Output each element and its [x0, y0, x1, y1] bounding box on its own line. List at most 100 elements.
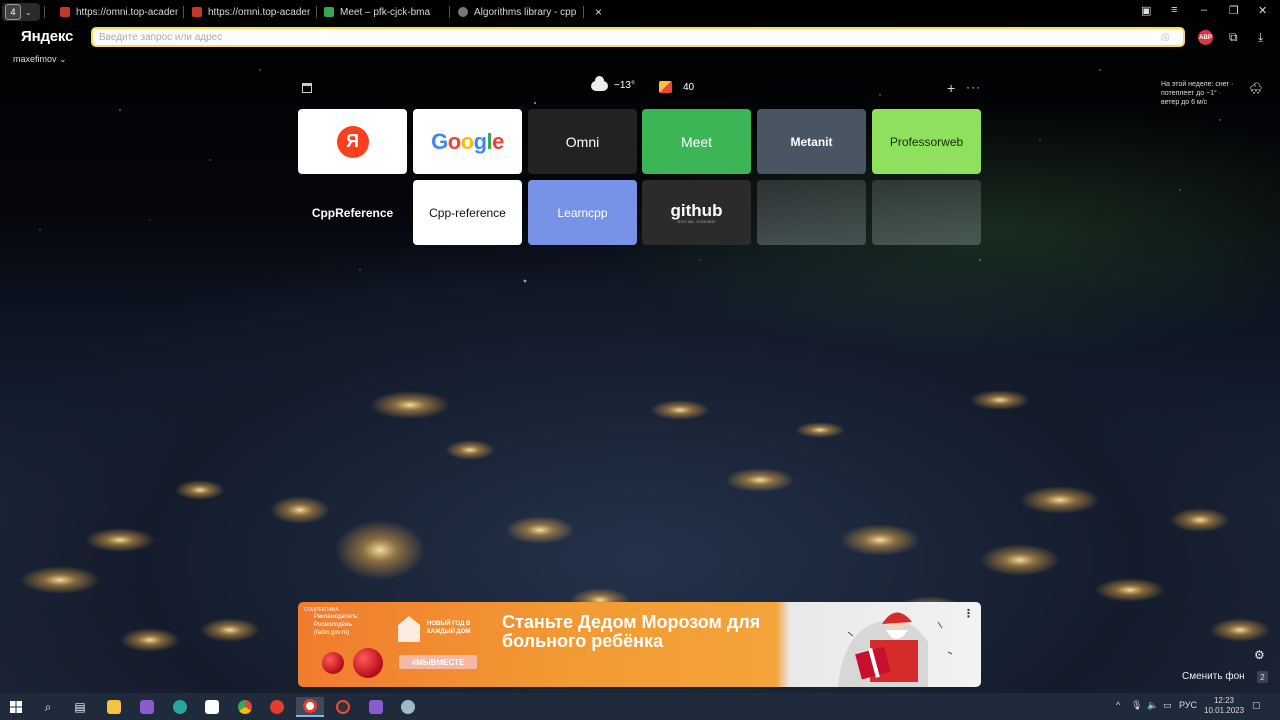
mail-icon [659, 81, 672, 93]
clock[interactable]: 12:23 10.01.2023 [1204, 696, 1244, 716]
tab-count-button[interactable]: 4 ⌄ [2, 3, 40, 21]
tile-cppreference[interactable]: CppReference [298, 180, 407, 245]
camera-icon[interactable]: ◎ [1161, 32, 1175, 43]
tab-meet[interactable]: Meet – pfk-cjck-bma [324, 3, 434, 21]
tile-label: CppReference [311, 205, 394, 220]
yandex-logo[interactable]: Яндекс [21, 28, 73, 45]
tab-separator [44, 6, 45, 18]
tile-label: Professorweb [889, 134, 964, 149]
tile-label: Cpp-reference [429, 205, 506, 220]
house-icon [398, 616, 420, 642]
ornament-icon [353, 648, 383, 678]
mail-count: 40 [683, 81, 695, 93]
account-switcher[interactable]: maxefimov ⌄ [13, 54, 67, 65]
ad-banner[interactable]: СОЦРЕКЛАМА Рекламодатель: Росмолодёжь (f… [298, 602, 981, 687]
tile-label: Meet [680, 133, 713, 150]
close-window-button[interactable]: ✕ [1258, 4, 1267, 17]
tile-empty[interactable] [757, 180, 866, 245]
weather-widget[interactable]: −13° [591, 75, 635, 91]
tile-cpp-reference[interactable]: Cpp-reference [413, 180, 522, 245]
search-input[interactable] [99, 31, 1161, 43]
tab-separator [183, 6, 184, 18]
clock-date: 10.01.2023 [1204, 706, 1245, 715]
calendar-icon[interactable] [302, 83, 312, 93]
settings-gear-icon[interactable]: ⚙ [1254, 648, 1265, 662]
tab-omni-2[interactable]: https://omni.top-academy [192, 3, 310, 21]
tile-learncpp[interactable]: Learncpp [528, 180, 637, 245]
adblock-icon[interactable]: ABP [1198, 30, 1213, 45]
yandex-browser-icon[interactable] [296, 697, 324, 717]
store-icon[interactable] [198, 697, 226, 717]
windows-icon [10, 701, 22, 713]
chevron-down-icon: ⌄ [59, 54, 67, 64]
file-explorer-icon[interactable] [100, 697, 128, 717]
tab-title: https://omni.top-academy [76, 6, 178, 18]
tile-github[interactable]: github SOCIAL CODING [642, 180, 751, 245]
tab-count: 4 [5, 4, 21, 20]
task-view-icon[interactable]: ▤ [66, 697, 94, 717]
tile-empty[interactable] [872, 180, 981, 245]
edge-icon[interactable] [166, 697, 194, 717]
chrome-icon[interactable] [231, 697, 259, 717]
menu-icon[interactable]: ≡ [1171, 4, 1177, 16]
tab-title: Algorithms library - cppref [474, 6, 576, 18]
download-icon[interactable]: ⤓ [1258, 30, 1263, 45]
microphone-icon[interactable]: 🎙 [1131, 700, 1142, 711]
github-logo: github SOCIAL CODING [670, 200, 723, 224]
omnibox[interactable]: ◎ [91, 27, 1185, 47]
visual-studio-icon[interactable] [133, 697, 161, 717]
chevron-up-icon[interactable]: ^ [1116, 700, 1120, 710]
language-indicator[interactable]: РУС [1179, 700, 1197, 710]
close-tab-button[interactable]: × [595, 5, 602, 19]
tile-professorweb[interactable]: Professorweb [872, 109, 981, 174]
cppreference-favicon-icon [458, 7, 468, 17]
notifications-icon[interactable]: ▢ [1252, 700, 1261, 711]
more-options-icon[interactable]: ··· [966, 80, 981, 94]
cloud-icon [591, 75, 608, 91]
tile-meet[interactable]: Meet [642, 109, 751, 174]
tile-omni[interactable]: Omni [528, 109, 637, 174]
search-icon[interactable]: ⌕ [34, 697, 62, 717]
tile-metanit[interactable]: Metanit [757, 109, 866, 174]
ad-campaign-title: НОВЫЙ ГОД В КАЖДЫЙ ДОМ [427, 621, 471, 635]
meet-favicon-icon [324, 7, 334, 17]
volume-icon[interactable]: 🔈 [1147, 700, 1158, 711]
tile-google[interactable]: Google [413, 109, 522, 174]
account-name: maxefimov [13, 54, 57, 64]
tab-separator [583, 6, 584, 18]
windows-taskbar: ⌕ ▤ ^ 🎙 🔈 ▭ РУС ▢ [0, 693, 1280, 720]
start-button[interactable] [2, 697, 30, 717]
ad-menu-button[interactable]: ⋮ [963, 607, 974, 620]
weather-temperature: −13° [614, 80, 635, 91]
chevron-down-icon: ⌄ [25, 7, 32, 17]
restore-button[interactable]: ❐ [1229, 4, 1239, 17]
ornament-icon [322, 652, 344, 674]
visual-studio-2-icon[interactable] [362, 697, 390, 717]
clock-time: 12:23 [1213, 696, 1235, 705]
collections-icon[interactable]: ⧉ [1229, 30, 1238, 45]
tile-yandex[interactable]: Я [298, 109, 407, 174]
tab-title: Meet – pfk-cjck-bma [340, 6, 431, 18]
yandex-app-icon[interactable] [263, 697, 291, 717]
tab-strip: 4 ⌄ https://omni.top-academy https://omn… [0, 0, 1280, 24]
recorder-icon[interactable] [329, 697, 357, 717]
yandex-icon: Я [336, 125, 369, 158]
tile-label: Learncpp [557, 205, 608, 220]
santa-icon [838, 612, 953, 687]
ad-headline: Станьте Дедом Морозом для больного ребён… [502, 612, 761, 651]
tab-algorithms[interactable]: Algorithms library - cppref [458, 3, 576, 21]
tab-separator [449, 6, 450, 18]
mail-widget[interactable]: 40 [659, 81, 694, 93]
add-tile-button[interactable]: + [947, 80, 955, 96]
ad-hashtag: #МЫВМЕСТЕ [399, 655, 477, 669]
network-icon[interactable]: ▭ [1163, 700, 1172, 711]
background-count-badge: 2 [1257, 671, 1268, 683]
minimize-button[interactable]: – [1201, 4, 1207, 16]
tab-favicon-icon [192, 7, 202, 17]
bookmarks-icon[interactable]: ▣ [1141, 4, 1151, 17]
change-background-button[interactable]: Сменить фон [1182, 671, 1245, 682]
app-icon[interactable] [394, 697, 422, 717]
snow-cloud-icon: 🌨 [1249, 83, 1263, 95]
tab-omni-1[interactable]: https://omni.top-academy [60, 3, 178, 21]
weekly-forecast[interactable]: На этой неделе: снег · потеплеет до −1° … [1161, 80, 1241, 107]
